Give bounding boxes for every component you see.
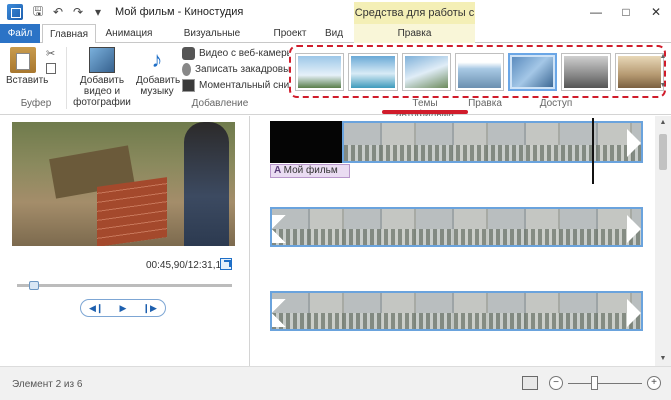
title-bar: 🖫 ↶ ↷ ▾ Мой фильм - Киностудия Средства … bbox=[0, 0, 671, 41]
tab-view[interactable]: Вид bbox=[316, 24, 352, 43]
storyboard-timeline: A Мой фильм bbox=[251, 116, 655, 366]
snapshot-button[interactable]: Моментальный снимок bbox=[182, 79, 306, 92]
theme-thumb-pan-zoom[interactable] bbox=[508, 52, 558, 91]
add-music-label: Добавить музыку bbox=[136, 75, 181, 97]
scroll-up-icon[interactable]: ▲ bbox=[655, 116, 671, 130]
tab-project[interactable]: Проект bbox=[266, 24, 314, 43]
tab-visual-effects[interactable]: Визуальные эффекты bbox=[162, 24, 262, 58]
title-clip[interactable] bbox=[270, 121, 342, 163]
clip-frames bbox=[344, 145, 641, 161]
context-group-label: Средства для работы с видео bbox=[354, 2, 475, 41]
video-frame-person bbox=[184, 122, 229, 246]
preview-pane: 00:45,90/12:31,17 ◀❙ ▶ ❙▶ bbox=[0, 116, 250, 366]
gallery-up-icon[interactable]: ▲ bbox=[660, 53, 667, 60]
add-video-label: Добавить видео и фотографии bbox=[73, 75, 131, 108]
paste-label: Вставить bbox=[6, 75, 49, 86]
next-frame-icon[interactable]: ❙▶ bbox=[143, 303, 157, 314]
window-title: Мой фильм - Киностудия bbox=[115, 6, 244, 18]
gallery-down-icon[interactable]: ▼ bbox=[660, 82, 667, 89]
paste-button[interactable]: Вставить bbox=[6, 47, 48, 86]
add-video-photos-button[interactable]: Добавить видео и фотографии bbox=[70, 47, 134, 108]
clip-end-marker bbox=[627, 215, 641, 243]
clip-end-marker bbox=[627, 129, 641, 157]
theme-thumb-default[interactable] bbox=[295, 52, 345, 91]
scroll-down-icon[interactable]: ▼ bbox=[655, 352, 671, 366]
status-bar: Элемент 2 из 6 − + bbox=[0, 366, 671, 400]
webcam-video-button[interactable]: Видео с веб-камеры bbox=[182, 47, 294, 60]
tab-animation[interactable]: Анимация bbox=[100, 24, 158, 43]
playback-controls: ◀❙ ▶ ❙▶ bbox=[80, 299, 166, 317]
group-divider bbox=[66, 47, 67, 109]
caption-tag[interactable]: A Мой фильм bbox=[270, 164, 350, 178]
vertical-scrollbar[interactable]: ▲ ▼ bbox=[655, 116, 671, 366]
narration-label: Записать закадровый bbox=[195, 64, 296, 75]
video-clip[interactable] bbox=[342, 121, 643, 163]
ribbon-tabs: Файл Главная Анимация Визуальные эффекты… bbox=[0, 24, 671, 58]
snapshot-icon bbox=[182, 79, 195, 92]
caption-letter-icon: A bbox=[274, 165, 284, 176]
theme-thumb-fade[interactable] bbox=[454, 52, 505, 91]
status-text: Элемент 2 из 6 bbox=[12, 379, 83, 390]
video-clip[interactable] bbox=[270, 207, 643, 247]
previous-frame-icon[interactable]: ◀❙ bbox=[89, 303, 103, 314]
maximize-button[interactable]: □ bbox=[611, 0, 641, 24]
seek-bar[interactable] bbox=[17, 281, 232, 290]
undo-icon[interactable]: ↶ bbox=[51, 5, 65, 19]
copy-icon[interactable] bbox=[46, 63, 56, 74]
autofilm-themes-gallery bbox=[289, 45, 666, 98]
zoom-in-button[interactable]: + bbox=[647, 376, 661, 390]
zoom-slider[interactable] bbox=[568, 383, 642, 384]
clip-start-marker bbox=[272, 215, 288, 243]
microphone-icon bbox=[182, 63, 191, 76]
quick-access-toolbar: 🖫 ↶ ↷ ▾ bbox=[31, 2, 105, 23]
save-icon[interactable]: 🖫 bbox=[31, 2, 45, 23]
thumbnail-size-icon[interactable] bbox=[522, 376, 538, 390]
clip-end-marker bbox=[627, 299, 641, 327]
add-music-button[interactable]: ♪ Добавить музыку bbox=[136, 47, 181, 97]
close-button[interactable]: ✕ bbox=[641, 0, 671, 24]
main-area: 00:45,90/12:31,17 ◀❙ ▶ ❙▶ A Мой фильм ▲ … bbox=[0, 116, 671, 366]
redo-icon[interactable]: ↷ bbox=[71, 5, 85, 19]
webcam-icon bbox=[182, 47, 195, 60]
clip-frames bbox=[272, 229, 641, 245]
share-group-label: Доступ bbox=[539, 98, 573, 109]
tab-home[interactable]: Главная bbox=[42, 24, 96, 44]
zoom-thumb[interactable] bbox=[591, 376, 599, 390]
clip-frames bbox=[272, 313, 641, 329]
minimize-button[interactable]: — bbox=[581, 0, 611, 24]
add-group-label: Добавление bbox=[191, 98, 249, 109]
theme-thumb-contemporary[interactable] bbox=[348, 52, 398, 91]
gallery-scroll[interactable]: ▲ ▼ bbox=[657, 53, 669, 89]
video-clip[interactable] bbox=[270, 291, 643, 331]
webcam-label: Видео с веб-камеры bbox=[199, 48, 294, 59]
clip-start-marker bbox=[272, 299, 288, 327]
playhead[interactable] bbox=[592, 118, 594, 184]
scroll-thumb[interactable] bbox=[659, 134, 667, 170]
paste-icon bbox=[10, 47, 36, 73]
caption-text: Мой фильм bbox=[283, 165, 338, 176]
window-controls: — □ ✕ bbox=[581, 0, 671, 24]
timecode: 00:45,90/12:31,17 bbox=[146, 260, 227, 271]
play-icon[interactable]: ▶ bbox=[120, 303, 127, 314]
film-photo-icon bbox=[89, 47, 115, 73]
app-icon bbox=[7, 4, 23, 20]
edit-group-label: Правка bbox=[468, 98, 502, 109]
clipboard-group-label: Буфер bbox=[20, 98, 52, 109]
fullscreen-icon[interactable] bbox=[220, 258, 232, 270]
seek-thumb[interactable] bbox=[29, 281, 40, 290]
theme-thumb-black-white[interactable] bbox=[561, 52, 611, 91]
video-preview[interactable] bbox=[12, 122, 235, 246]
zoom-out-button[interactable]: − bbox=[549, 376, 563, 390]
record-narration-button[interactable]: Записать закадровый bbox=[182, 63, 296, 76]
tab-file[interactable]: Файл bbox=[0, 24, 40, 43]
highlight-underline bbox=[382, 110, 468, 114]
video-frame-bricks bbox=[97, 177, 167, 246]
cut-icon[interactable]: ✂ bbox=[46, 47, 55, 60]
music-note-icon: ♪ bbox=[151, 47, 163, 72]
theme-thumb-cinematic[interactable] bbox=[401, 52, 451, 91]
tab-edit[interactable]: Правка bbox=[354, 24, 475, 43]
customize-chevron-icon[interactable]: ▾ bbox=[91, 5, 105, 19]
